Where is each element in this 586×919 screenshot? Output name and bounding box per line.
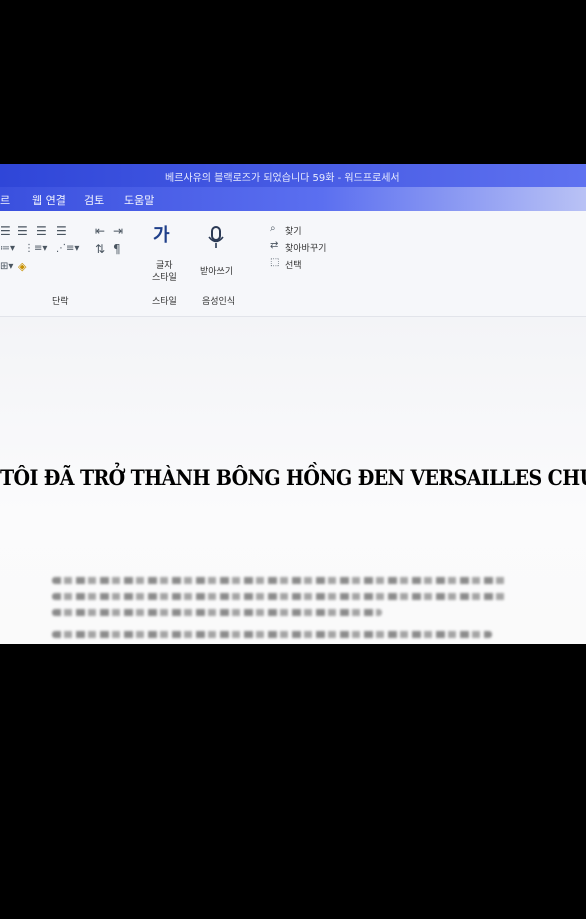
- title-bar: 베르사유의 블랙로즈가 되었습니다 59화 - 워드프로세서: [0, 164, 586, 187]
- sort-icon[interactable]: ⇅: [95, 243, 105, 255]
- text-style-label-line2: 스타일: [152, 273, 177, 283]
- distribute-icon[interactable]: ☰: [56, 225, 67, 237]
- menu-item-help[interactable]: 도움말: [124, 192, 154, 208]
- menu-item-web-layout[interactable]: 웹 연결: [32, 192, 66, 208]
- replace-icon: ⇄: [270, 240, 279, 251]
- paragraph-group-label: 단락: [52, 297, 69, 307]
- shading-icon[interactable]: ◈: [18, 261, 26, 273]
- select-cursor-icon: ⬚: [270, 257, 280, 268]
- align-justify-icon[interactable]: ☰: [36, 225, 47, 237]
- style-group-label: 스타일: [152, 297, 177, 307]
- blurred-text-line: [52, 593, 507, 600]
- bullet-list-icon[interactable]: ≔▾: [0, 243, 15, 255]
- window-title: 베르사유의 블랙로즈가 되었습니다 59화 - 워드프로세서: [165, 173, 400, 184]
- voice-group-label: 음성인식: [202, 297, 236, 307]
- align-center-icon[interactable]: ☰: [0, 225, 11, 237]
- select-label: 선택: [285, 261, 302, 271]
- menu-item-review[interactable]: 검토: [84, 192, 104, 208]
- search-icon: ⌕: [270, 223, 276, 234]
- borders-icon[interactable]: ⊞▾: [0, 261, 13, 273]
- menu-bar: 르 웹 연결 검토 도움말: [0, 187, 586, 211]
- text-style-icon: 가: [153, 225, 170, 246]
- find-label: 찾기: [285, 227, 302, 237]
- word-processor-screen: 베르사유의 블랙로즈가 되었습니다 59화 - 워드프로세서 르 웹 연결 검토…: [0, 164, 586, 644]
- menu-item-partial[interactable]: 르: [0, 192, 10, 208]
- indent-decrease-icon[interactable]: ⇤: [95, 225, 105, 237]
- blurred-text-line: [52, 609, 382, 616]
- align-right-icon[interactable]: ☰: [17, 225, 28, 237]
- numbered-list-icon[interactable]: ⋮≡▾: [24, 243, 47, 255]
- ribbon: ☰ ☰ ☰ ☰ ⇤ ⇥ ≔▾ ⋮≡▾ ⋰≡▾ ⇅ ¶ ⊞▾ ◈ 단락 가 글자 …: [0, 211, 586, 317]
- replace-label: 찾아바꾸기: [285, 244, 327, 254]
- multilevel-list-icon[interactable]: ⋰≡▾: [56, 243, 79, 255]
- indent-increase-icon[interactable]: ⇥: [113, 225, 123, 237]
- microphone-icon: [207, 226, 225, 252]
- blurred-text-line: [52, 577, 507, 584]
- blurred-text-line: [52, 631, 492, 638]
- dictation-label: 받아쓰기: [200, 267, 234, 277]
- chapter-title: TÔI ĐÃ TRỞ THÀNH BÔNG HỒNG ĐEN VERSAILLE…: [0, 465, 586, 491]
- show-marks-icon[interactable]: ¶: [113, 243, 121, 255]
